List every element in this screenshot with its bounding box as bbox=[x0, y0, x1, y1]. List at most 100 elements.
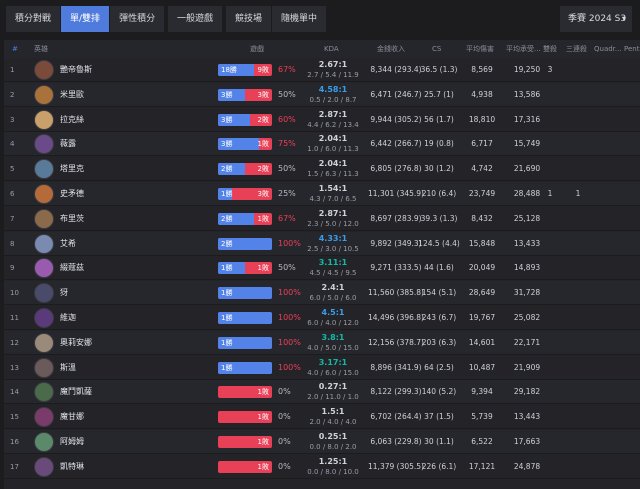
table-row[interactable]: 15 魔甘娜 1敗 0% 1.5:1 2.0 / 4.0 / 4.0 6,702 (264.… bbox=[4, 405, 640, 430]
champion-avatar[interactable] bbox=[34, 84, 54, 105]
champion-name[interactable]: 魔甘娜 bbox=[60, 405, 84, 429]
double-kills bbox=[540, 157, 560, 181]
tab-flex[interactable]: 彈性積分 bbox=[110, 6, 166, 32]
triple-kills bbox=[568, 430, 588, 454]
table-row[interactable]: 3 拉克絲 3勝 2敗 60% 2.87:1 4.4 / 6.2 / 13.4 9,944 (… bbox=[4, 108, 640, 132]
table-row[interactable]: 14 魔鬥凱薩 1敗 0% 0.27:1 2.0 / 11.0 / 1.0 8,122 (2… bbox=[4, 380, 640, 405]
col-taken[interactable]: 平均承受... bbox=[506, 40, 541, 58]
champion-name[interactable]: 艷帝魯斯 bbox=[60, 58, 92, 82]
cs: 154 (5.1) bbox=[421, 288, 457, 298]
table-row[interactable]: 7 布里茨 2勝 1敗 67% 2.87:1 2.3 / 5.0 / 12.0 8,697 (… bbox=[4, 207, 640, 231]
winrate: 25% bbox=[278, 189, 296, 198]
champion-avatar[interactable] bbox=[34, 184, 54, 204]
tab-ranked-all[interactable]: 積分對戰 bbox=[6, 6, 62, 32]
table-row[interactable]: 11 維迦 1勝 100% 4.5:1 6.0 / 4.0 / 12.0 14,496 (3… bbox=[4, 306, 640, 330]
champion-name[interactable]: 犽 bbox=[60, 281, 68, 305]
col-cs[interactable]: CS bbox=[432, 40, 441, 58]
col-kda[interactable]: KDA bbox=[324, 40, 339, 58]
champion-avatar[interactable] bbox=[34, 109, 54, 130]
champion-name[interactable]: 薇露 bbox=[60, 132, 76, 156]
kda-ratio: 1.54:1 bbox=[318, 184, 348, 193]
row-rank: 11 bbox=[10, 314, 19, 322]
champion-avatar[interactable] bbox=[34, 60, 54, 80]
wins-label: 1勝 bbox=[221, 314, 233, 322]
cs: 44 (1.6) bbox=[424, 263, 454, 273]
table-row[interactable]: 6 史矛德 1勝 3敗 25% 1.54:1 4.3 / 7.0 / 6.5 11,301 (… bbox=[4, 182, 640, 206]
kda-ratio: 1.5:1 bbox=[321, 407, 345, 417]
table-row[interactable]: 17 凱特琳 1敗 0% 1.25:1 0.0 / 8.0 / 10.0 11,379 (3… bbox=[4, 455, 640, 479]
table-row[interactable]: 9 綴蔻茲 1勝 1敗 50% 3.11:1 4.5 / 4.5 / 9.5 9,271 (3… bbox=[4, 256, 640, 281]
tab-normal[interactable]: 一般遊戲 bbox=[168, 6, 224, 32]
col-quadra[interactable]: Quadr... bbox=[594, 40, 622, 58]
champion-avatar[interactable] bbox=[34, 258, 54, 279]
win-loss-bar: 1勝 bbox=[218, 312, 272, 324]
col-penta[interactable]: Pent... bbox=[624, 40, 640, 58]
wins-label: 3勝 bbox=[221, 115, 233, 124]
champion-name[interactable]: 維迦 bbox=[60, 306, 76, 330]
losses-label: 1敗 bbox=[257, 140, 269, 149]
table-row[interactable]: 5 塔里克 2勝 2敗 50% 2.04:1 1.5 / 6.3 / 11.3 6,805 (… bbox=[4, 157, 640, 182]
winrate: 67% bbox=[278, 65, 296, 74]
table-row[interactable]: 4 薇露 3勝 1敗 75% 2.04:1 1.0 / 6.0 / 11.3 6,442 (2… bbox=[4, 132, 640, 157]
champion-avatar[interactable] bbox=[34, 208, 54, 229]
champion-name[interactable]: 斯溫 bbox=[60, 356, 76, 380]
champion-name[interactable]: 凱特琳 bbox=[60, 455, 84, 479]
table-row[interactable]: 12 奧莉安娜 1勝 100% 3.8:1 4.0 / 5.0 / 15.0 12,156 … bbox=[4, 330, 640, 355]
col-champion[interactable]: 英雄 bbox=[34, 40, 48, 58]
table-row[interactable]: 13 斯溫 1勝 100% 3.17:1 4.0 / 6.0 / 15.0 8,896 (3… bbox=[4, 356, 640, 380]
champion-avatar[interactable] bbox=[34, 308, 54, 328]
kda-ratio: 4.58:1 bbox=[318, 84, 348, 94]
col-double[interactable]: 雙殺 bbox=[543, 40, 557, 58]
win-loss-bar: 2勝 1敗 bbox=[218, 212, 272, 225]
wins-label: 3勝 bbox=[221, 140, 233, 149]
season-select[interactable]: 季賽 2024 S3 ▾ bbox=[560, 6, 632, 32]
tab-arena[interactable]: 競技場 bbox=[226, 6, 273, 32]
double-kills bbox=[540, 207, 560, 231]
top-bar: 積分對戰 單/雙排 彈性積分 一般遊戲 競技場 隨機單中 季賽 2024 S3 … bbox=[0, 0, 640, 38]
tab-solo-duo[interactable]: 單/雙排 bbox=[61, 6, 111, 32]
champion-name[interactable]: 米里歐 bbox=[60, 83, 84, 107]
table-row[interactable]: 1 艷帝魯斯 18勝 9敗 67% 2.67:1 2.7 / 5.4 / 11.9 8,344… bbox=[4, 58, 640, 82]
triple-kills bbox=[568, 281, 588, 305]
winrate: 100% bbox=[278, 362, 301, 372]
champion-avatar[interactable] bbox=[34, 382, 54, 403]
champion-name[interactable]: 奧莉安娜 bbox=[60, 331, 92, 355]
champion-name[interactable]: 阿姆姆 bbox=[60, 430, 84, 454]
table-row[interactable]: 16 阿姆姆 1敗 0% 0.25:1 0.0 / 8.0 / 2.0 6,063 (229… bbox=[4, 430, 640, 454]
champion-avatar[interactable] bbox=[34, 233, 54, 254]
champion-avatar[interactable] bbox=[34, 332, 54, 353]
triple-kills bbox=[568, 207, 588, 231]
double-kills bbox=[540, 430, 560, 454]
champion-name[interactable]: 綴蔻茲 bbox=[60, 256, 84, 280]
champion-avatar[interactable] bbox=[34, 432, 54, 452]
table-row[interactable]: 10 犽 1勝 100% 2.4:1 6.0 / 5.0 / 6.0 11,560 (385… bbox=[4, 281, 640, 306]
table-row[interactable]: 8 艾希 2勝 100% 4.33:1 2.5 / 3.0 / 10.5 9,892 (34… bbox=[4, 231, 640, 256]
champion-name[interactable]: 拉克絲 bbox=[60, 108, 84, 132]
tab-aram[interactable]: 隨機單中 bbox=[272, 6, 328, 32]
kda-detail: 0.5 / 2.0 / 8.7 bbox=[309, 95, 357, 104]
kda-detail: 1.0 / 6.0 / 11.3 bbox=[307, 145, 359, 154]
champion-name[interactable]: 布里茨 bbox=[60, 207, 84, 231]
champion-name[interactable]: 史矛德 bbox=[60, 182, 84, 206]
tab-group-special: 競技場 隨機單中 bbox=[226, 6, 328, 32]
champion-avatar[interactable] bbox=[34, 159, 54, 180]
wins-label: 18勝 bbox=[221, 66, 237, 74]
champion-name[interactable]: 魔鬥凱薩 bbox=[60, 380, 92, 404]
kda-ratio: 4.33:1 bbox=[318, 233, 348, 243]
champion-avatar[interactable] bbox=[34, 407, 54, 428]
col-gold[interactable]: 金錢收入 bbox=[377, 40, 405, 58]
champion-avatar[interactable] bbox=[34, 283, 54, 304]
champion-name[interactable]: 塔里克 bbox=[60, 157, 84, 181]
col-games[interactable]: 遊戲 bbox=[250, 40, 264, 58]
col-dmg[interactable]: 平均傷害 bbox=[466, 40, 494, 58]
champion-avatar[interactable] bbox=[34, 134, 54, 155]
col-triple[interactable]: 三連殺 bbox=[566, 40, 587, 58]
row-rank: 8 bbox=[10, 239, 15, 248]
col-rank[interactable]: # bbox=[12, 40, 18, 58]
champion-avatar[interactable] bbox=[34, 357, 54, 378]
cs: 140 (5.2) bbox=[421, 387, 457, 397]
champion-avatar[interactable] bbox=[34, 456, 54, 477]
champion-name[interactable]: 艾希 bbox=[60, 232, 76, 256]
table-row[interactable]: 2 米里歐 3勝 3敗 50% 4.58:1 0.5 / 2.0 / 8.7 6,471 (2… bbox=[4, 82, 640, 107]
kda-ratio: 1.25:1 bbox=[318, 456, 348, 466]
